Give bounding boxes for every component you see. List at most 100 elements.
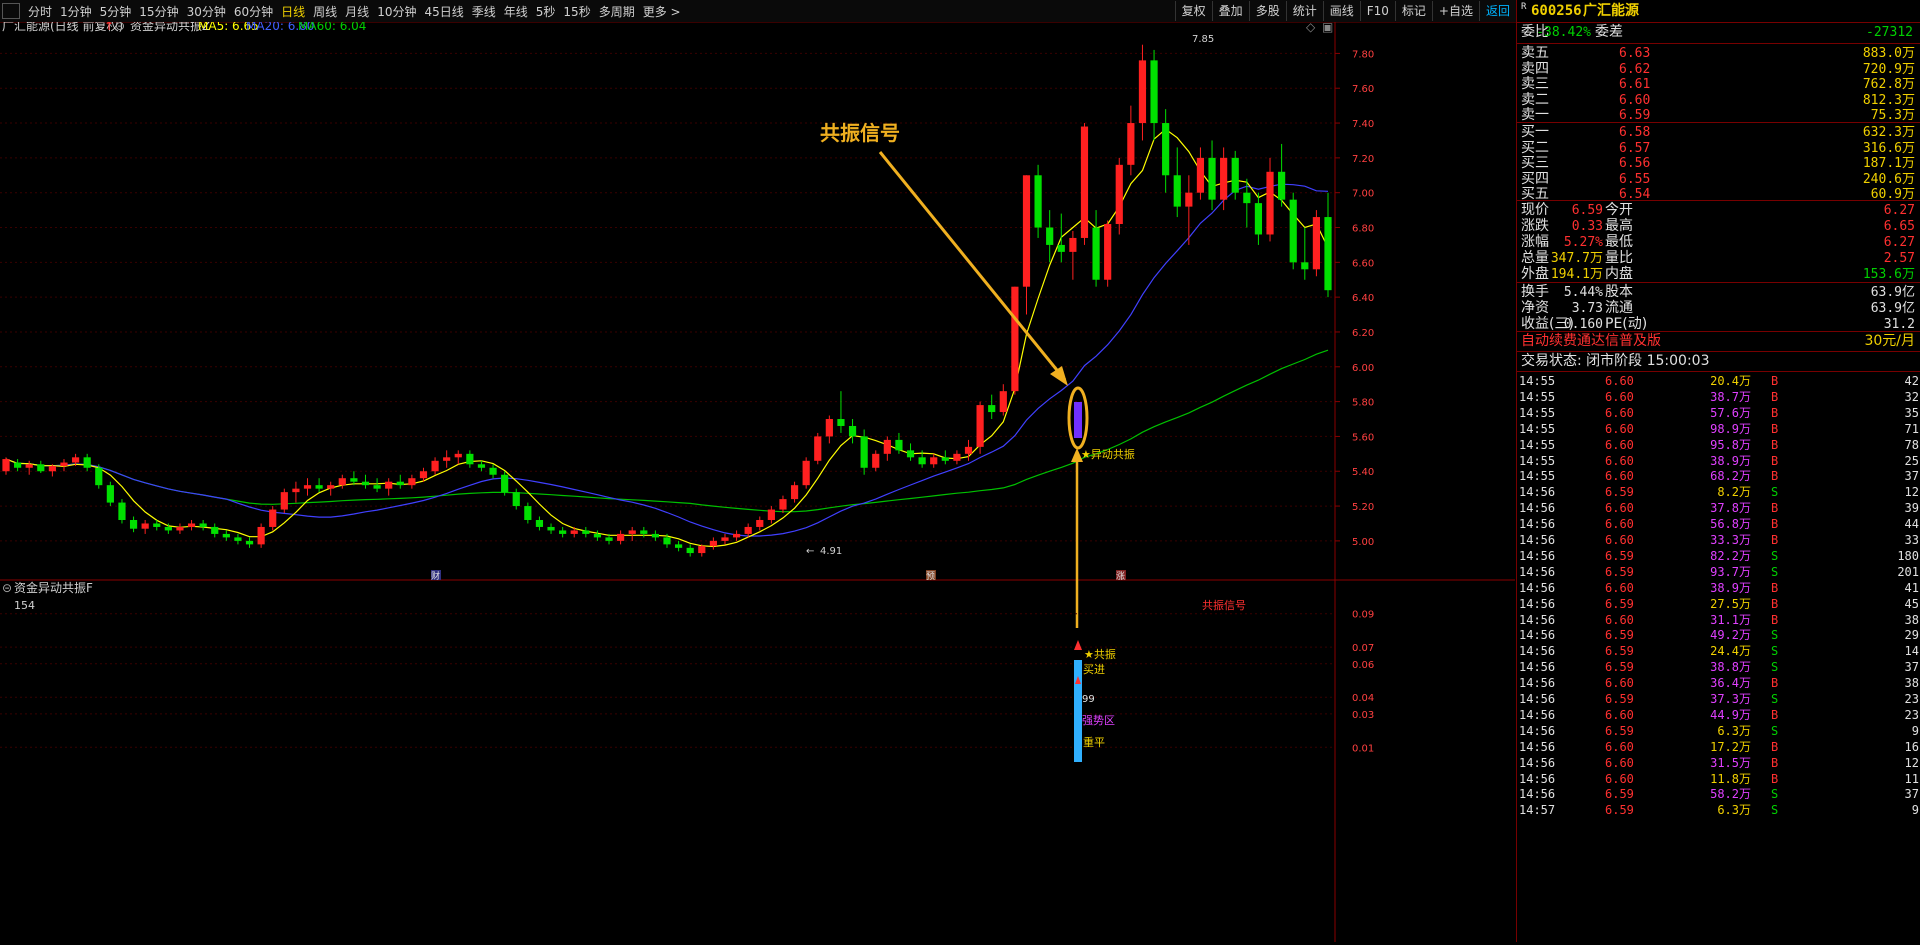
tool-button[interactable]: 返回: [1478, 1, 1516, 21]
maximize-icon[interactable]: ▣: [1322, 20, 1333, 34]
tool-button[interactable]: 复权: [1174, 1, 1212, 21]
sub-buy-label: 买进: [1083, 663, 1105, 676]
tool-button[interactable]: 叠加: [1211, 1, 1249, 21]
candle: [906, 443, 915, 461]
candle: [953, 450, 961, 465]
stock-code: 600256: [1531, 3, 1582, 19]
tool-button[interactable]: 统计: [1285, 1, 1323, 21]
candle-body: [744, 526, 752, 534]
candle: [1104, 220, 1112, 287]
candle: [837, 391, 845, 433]
timeframe-tab[interactable]: 月线: [341, 3, 373, 20]
candle-body: [848, 425, 857, 437]
candle: [1138, 44, 1147, 141]
candle-body: [756, 519, 764, 527]
candle: [199, 519, 207, 531]
ma5-line: [5, 128, 1329, 548]
candle-body: [976, 405, 984, 447]
ma20-line: [5, 183, 1329, 537]
candle: [1080, 123, 1089, 245]
diamond-icon[interactable]: ◇: [1306, 20, 1316, 34]
timeframe-tab[interactable]: 45日线: [420, 3, 467, 20]
candle-body: [95, 467, 103, 486]
tool-button[interactable]: 多股: [1248, 1, 1286, 21]
candle-body: [1278, 171, 1286, 200]
candle: [1127, 105, 1135, 176]
candle: [988, 394, 996, 420]
candle: [802, 457, 810, 489]
candle-body: [1150, 60, 1158, 124]
timeframe-tab[interactable]: 日线: [277, 3, 309, 20]
ma60-line: [5, 349, 1329, 513]
callout-text: 共振信号: [820, 121, 900, 145]
candle-body: [118, 502, 126, 520]
timeframe-tab[interactable]: 10分钟: [373, 3, 420, 20]
candle: [350, 471, 358, 486]
candle-body: [721, 537, 729, 541]
timeframe-tab[interactable]: 周线: [309, 3, 341, 20]
tool-buttons: 复权 叠加 多股 统计 画线 F10 标记 +自选 返回: [1174, 0, 1516, 22]
candle: [257, 523, 265, 548]
timeframe-tab[interactable]: 30分钟: [183, 3, 230, 20]
fin-marker-label: 财: [431, 570, 440, 582]
weibi-value: -38.42%: [1536, 25, 1591, 40]
signal-candle: [1074, 402, 1082, 438]
sub-indicator-name[interactable]: 资金异动共振F: [14, 580, 93, 595]
candle: [489, 464, 497, 479]
price-tick-label: 7.20: [1352, 154, 1374, 165]
candle-body: [361, 481, 370, 486]
price-tick-label: 6.00: [1352, 363, 1374, 374]
candle-body: [48, 466, 56, 472]
candle: [709, 537, 717, 550]
indicator-toggle-icon[interactable]: ⊝: [115, 19, 125, 33]
timeframe-tab[interactable]: 15秒: [559, 3, 594, 20]
candle-body: [547, 526, 555, 531]
price-tick-label: 6.80: [1352, 224, 1374, 235]
tool-button[interactable]: 标记: [1394, 1, 1432, 21]
price-tick-label: 5.00: [1352, 537, 1374, 548]
candle: [477, 460, 486, 472]
timeframe-tab[interactable]: 5分钟: [96, 3, 136, 20]
timeframe-tab[interactable]: 多周期: [595, 3, 639, 20]
candle: [593, 530, 602, 541]
price-axis: 7.80 7.60 7.40 7.20 7.00 6.80 6.60 6.40 6.20 6.00…: [1335, 49, 1374, 548]
timeframe-tab[interactable]: 1分钟: [56, 3, 96, 20]
candle-body: [385, 481, 393, 489]
tool-button[interactable]: F10: [1359, 1, 1395, 21]
candle: [790, 481, 799, 503]
candle-body: [454, 453, 462, 458]
price-tick-label: 6.40: [1352, 293, 1374, 304]
candle-body: [1196, 157, 1205, 193]
candle: [779, 495, 787, 514]
timeframe-tab[interactable]: 60分钟: [230, 3, 277, 20]
sub-indicator-toggle-icon[interactable]: ⊝: [2, 581, 12, 595]
timeframe-tab[interactable]: 15分钟: [135, 3, 182, 20]
candle-body: [25, 464, 33, 468]
timeframe-tab[interactable]: 5秒: [532, 3, 560, 20]
candle-body: [1266, 171, 1274, 235]
candle-body: [1231, 157, 1239, 193]
timeframe-tab[interactable]: 更多 >: [639, 3, 685, 20]
candle: [872, 450, 880, 472]
candle-body: [988, 405, 996, 413]
timeframe-tab[interactable]: 年线: [500, 3, 532, 20]
candle: [721, 533, 729, 545]
candle: [292, 481, 300, 503]
sub-tick-label: 0.09: [1352, 610, 1374, 621]
candle: [1231, 150, 1239, 200]
trade-status: 交易状态: 闭市阶段 15:00:03: [1521, 353, 1710, 369]
tool-button[interactable]: 画线: [1322, 1, 1360, 21]
candle-body: [559, 530, 567, 534]
candle-body: [628, 530, 636, 534]
timeframe-tab[interactable]: 季线: [468, 3, 500, 20]
tool-button[interactable]: +自选: [1431, 1, 1479, 21]
ad-row[interactable]: 自动续费通达信普及版 30元/月: [1517, 332, 1920, 351]
candle-body: [1208, 157, 1216, 200]
timeframe-tab[interactable]: 分时: [24, 3, 56, 20]
candle-body: [663, 537, 671, 545]
candle: [37, 460, 45, 473]
candle: [95, 464, 103, 489]
candle-body: [129, 519, 138, 529]
candle: [675, 540, 683, 552]
window-toggle-button[interactable]: [2, 3, 20, 19]
